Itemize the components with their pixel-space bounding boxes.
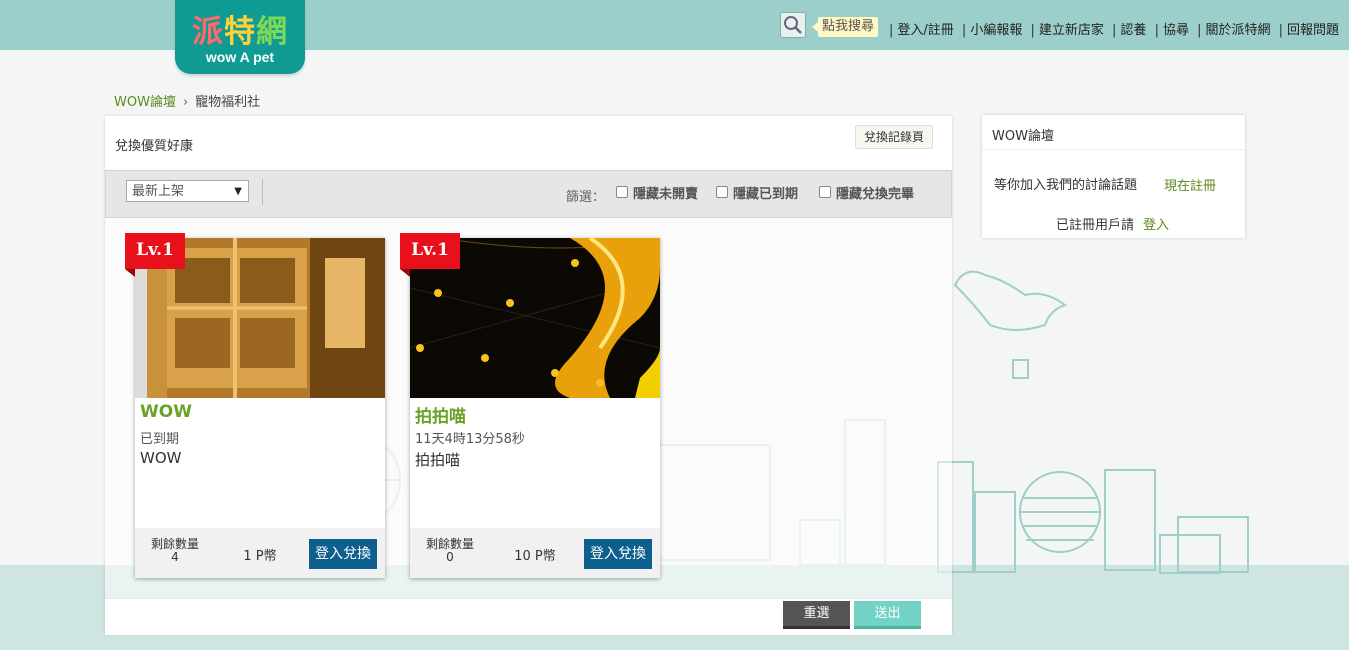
login-redeem-button[interactable]: 登入兌換 (584, 539, 652, 569)
page-title: 兌換優質好康 (115, 139, 194, 154)
skyline-right (937, 270, 1249, 574)
filter-bar: 最新上架 ▼ 篩選： 隱藏未開賣 隱藏已到期 隱藏兌換完畢 (105, 170, 952, 218)
search-button[interactable] (780, 12, 806, 38)
register-link[interactable]: 現在註冊 (1164, 175, 1216, 194)
login-redeem-button[interactable]: 登入兌換 (309, 539, 377, 569)
product-card[interactable]: Lv.1 拍拍喵 11天4時13分58秒 拍拍喵 剩餘數量 0 10 P幣 登入兌… (400, 233, 660, 578)
nav-create-store[interactable]: 建立新店家 (1039, 23, 1104, 38)
divider (982, 149, 1245, 150)
site-logo[interactable]: 派特網 wow A pet (175, 0, 305, 74)
level-badge: Lv.1 (125, 233, 185, 277)
submit-button[interactable]: 送出 (854, 601, 921, 629)
sort-select[interactable]: 最新上架 ▼ (126, 180, 249, 202)
checkbox[interactable] (819, 186, 831, 198)
filter-label: 篩選： (566, 190, 606, 205)
level-badge: Lv.1 (400, 233, 460, 277)
nav-editor-news[interactable]: 小編報報 (970, 23, 1022, 38)
checkbox[interactable] (616, 186, 628, 198)
member-prompt: 已註冊用戶請 (1056, 218, 1135, 233)
filter-hide-not-on-sale[interactable]: 隱藏未開賣 (616, 183, 698, 202)
product-name[interactable]: WOW (140, 402, 192, 422)
remaining-quantity: 剩餘數量 4 (150, 537, 199, 564)
nav-about[interactable]: 關於派特網 (1206, 23, 1271, 38)
product-status: 已到期 (140, 432, 180, 447)
nav-login-register[interactable]: 登入/註冊 (897, 23, 953, 38)
panel-header: 兌換優質好康 兌換記錄頁 (105, 116, 952, 169)
reset-button[interactable]: 重選 (783, 601, 850, 629)
nav-find-lost[interactable]: 協尋 (1163, 23, 1189, 38)
top-nav: | 登入/註冊 | 小編報報 | 建立新店家 | 認養 | 協尋 | 關於派特網 | 回報問題 (889, 23, 1340, 38)
nav-report-issue[interactable]: 回報問題 (1287, 23, 1339, 38)
breadcrumb: WOW論壇 › 寵物福利社 (114, 91, 260, 110)
filter-hide-sold-out[interactable]: 隱藏兌換完畢 (819, 183, 914, 202)
sort-selected-value: 最新上架 (132, 184, 185, 199)
chevron-down-icon: ▼ (234, 186, 242, 197)
search-tooltip[interactable]: 點我搜尋 (811, 17, 879, 37)
checkbox[interactable] (716, 186, 728, 198)
sidebox-title: WOW論壇 (992, 129, 1054, 144)
card-footer: 剩餘數量 4 1 P幣 登入兌換 (135, 528, 385, 578)
panel-footer: 重選 送出 (105, 598, 952, 635)
filter-hide-expired[interactable]: 隱藏已到期 (716, 183, 798, 202)
product-countdown: 11天4時13分58秒 (415, 432, 525, 447)
product-card[interactable]: Lv.1 WOW 已到期 WOW 剩餘數量 4 1 P幣 登入兌換 (125, 233, 385, 578)
product-description: 拍拍喵 (415, 451, 461, 469)
product-description: WOW (140, 449, 182, 467)
forum-sidebox: WOW論壇 等你加入我們的討論話題 現在註冊 已註冊用戶請 登入 (982, 115, 1245, 238)
breadcrumb-current: 寵物福利社 (195, 95, 261, 110)
invite-text: 等你加入我們的討論話題 (994, 178, 1138, 193)
logo-english-text: wow A pet (205, 49, 275, 65)
points-cost: 10 P幣 (514, 549, 556, 564)
remaining-quantity: 剩餘數量 0 (425, 537, 474, 564)
product-name[interactable]: 拍拍喵 (415, 402, 466, 427)
card-footer: 剩餘數量 0 10 P幣 登入兌換 (410, 528, 660, 578)
nav-adopt[interactable]: 認養 (1120, 23, 1146, 38)
points-cost: 1 P幣 (243, 549, 277, 564)
breadcrumb-separator: › (182, 95, 189, 110)
breadcrumb-home[interactable]: WOW論壇 (114, 95, 176, 110)
redeem-records-button[interactable]: 兌換記錄頁 (855, 125, 934, 149)
login-link[interactable]: 登入 (1143, 214, 1169, 233)
divider (262, 179, 263, 205)
search-icon (784, 16, 802, 34)
logo-chinese-text: 派特網 (192, 14, 288, 50)
